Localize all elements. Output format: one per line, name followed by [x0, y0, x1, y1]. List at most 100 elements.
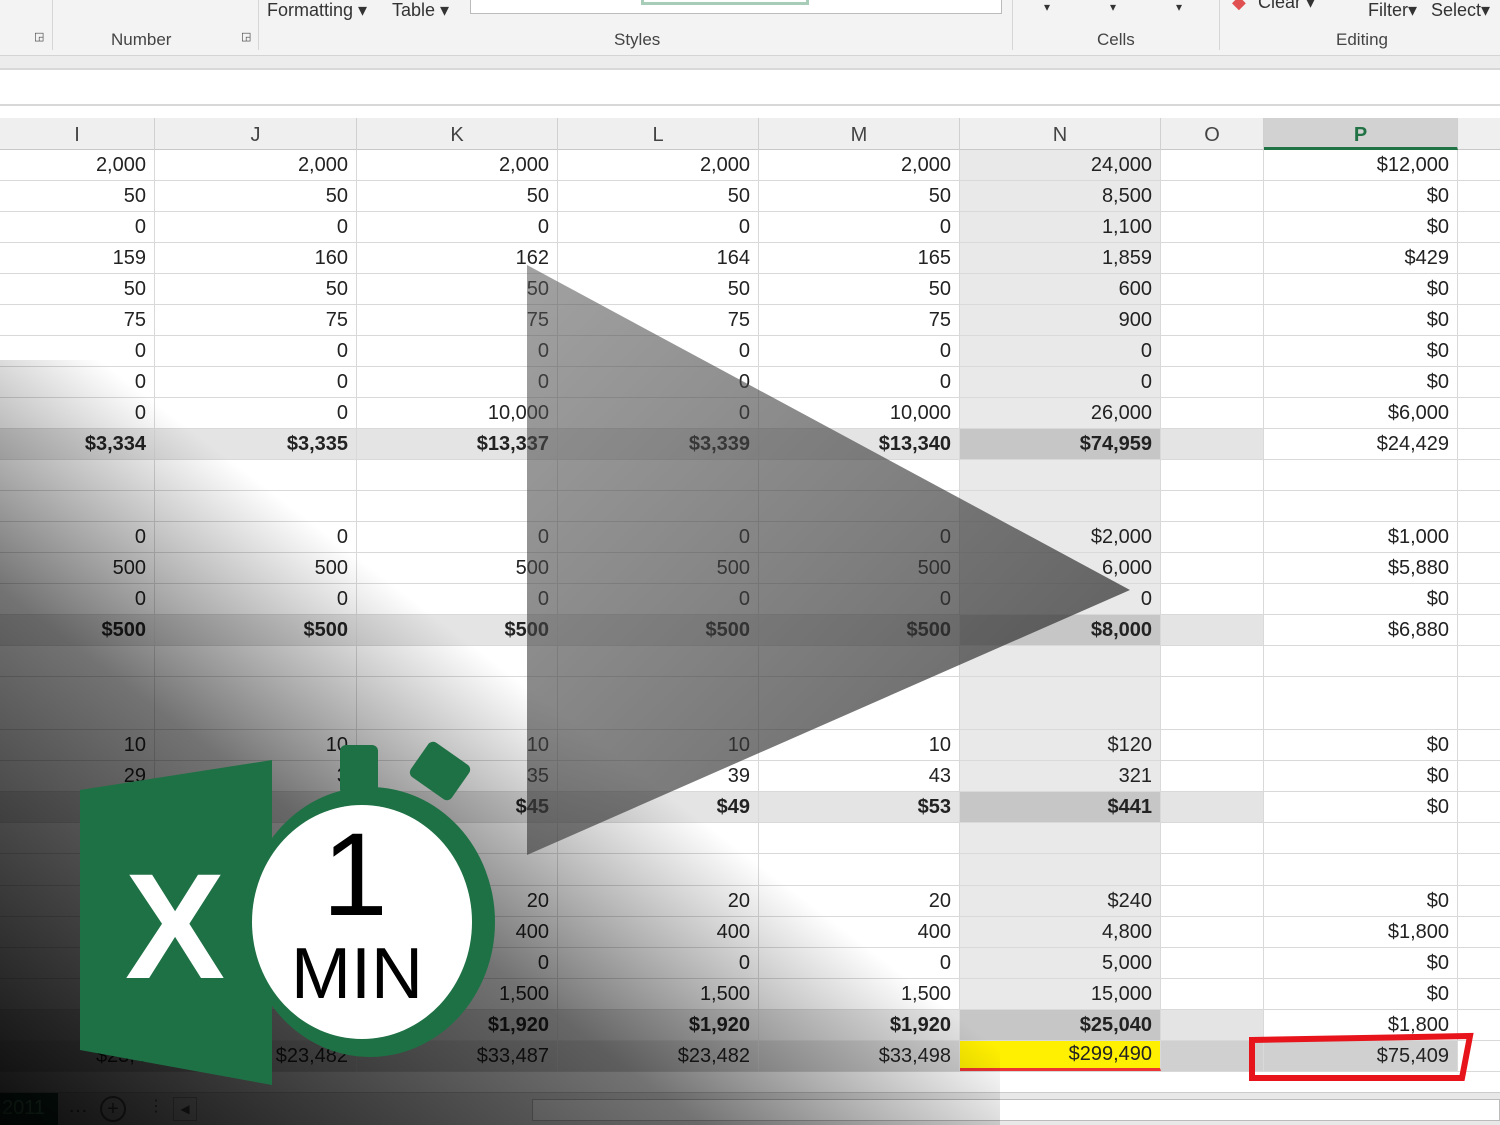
cell-j[interactable] — [155, 491, 357, 521]
cell-i[interactable]: $500 — [0, 615, 155, 645]
cell-k[interactable]: 20 — [357, 886, 558, 916]
cell-p[interactable]: $0 — [1264, 948, 1458, 978]
cell-p[interactable]: $0 — [1264, 792, 1458, 822]
cell-p[interactable]: $0 — [1264, 730, 1458, 760]
cell-i[interactable]: $3,334 — [0, 429, 155, 459]
cell-l[interactable]: 0 — [558, 948, 759, 978]
cell-j[interactable]: $23,482 — [155, 1041, 357, 1071]
cell-m[interactable]: $33,498 — [759, 1041, 960, 1071]
cell-o[interactable] — [1161, 730, 1264, 760]
dialog-launcher-icon[interactable]: ◲ — [34, 30, 44, 43]
column-header-i[interactable]: I — [0, 118, 155, 150]
cell-m[interactable]: 50 — [759, 181, 960, 211]
cell-n[interactable]: 0 — [960, 584, 1161, 614]
cell-j[interactable] — [155, 823, 357, 853]
cell-m[interactable]: 165 — [759, 243, 960, 273]
cell-i[interactable]: 50 — [0, 274, 155, 304]
cell-n[interactable]: $8,000 — [960, 615, 1161, 645]
conditional-formatting-button[interactable]: Formatting ▾ — [267, 0, 367, 21]
cell-o[interactable] — [1161, 336, 1264, 366]
cell-n[interactable] — [960, 854, 1161, 885]
cell-k[interactable] — [357, 677, 558, 729]
format-dropdown[interactable]: ▾ — [1176, 0, 1182, 14]
cell-p[interactable]: $0 — [1264, 305, 1458, 335]
cell-k[interactable]: 400 — [357, 917, 558, 947]
cell-l[interactable]: 1,500 — [558, 979, 759, 1009]
cell-p[interactable]: $5,880 — [1264, 553, 1458, 583]
cell-m[interactable]: $53 — [759, 792, 960, 822]
cell-m[interactable]: 75 — [759, 305, 960, 335]
cell-i[interactable] — [0, 823, 155, 853]
cell-l[interactable]: $3,339 — [558, 429, 759, 459]
cell-o[interactable] — [1161, 761, 1264, 791]
sheet-tab[interactable]: 2011 — [0, 1093, 58, 1125]
cell-k[interactable]: 75 — [357, 305, 558, 335]
add-sheet-button[interactable]: + — [100, 1096, 126, 1122]
cell-j[interactable]: 0 — [155, 336, 357, 366]
cell-p[interactable] — [1264, 646, 1458, 676]
cell-o[interactable] — [1161, 212, 1264, 242]
cell-k[interactable]: $13,337 — [357, 429, 558, 459]
clear-button[interactable]: Clear ▾ — [1258, 0, 1315, 13]
cell-j[interactable] — [155, 646, 357, 676]
cell-m[interactable]: 0 — [759, 336, 960, 366]
cell-i[interactable]: 2,000 — [0, 150, 155, 180]
cell-j[interactable]: 2,000 — [155, 150, 357, 180]
cell-n[interactable]: 321 — [960, 761, 1161, 791]
splitter-handle[interactable]: ⋮ — [148, 1096, 164, 1116]
column-header-p[interactable]: P — [1264, 118, 1458, 150]
cell-l[interactable]: 0 — [558, 522, 759, 552]
cell-j[interactable]: 160 — [155, 243, 357, 273]
cell-p[interactable]: $0 — [1264, 979, 1458, 1009]
cell-n[interactable]: 1,100 — [960, 212, 1161, 242]
cell-i[interactable]: 10 — [0, 730, 155, 760]
cell-j[interactable]: 75 — [155, 305, 357, 335]
cell-k[interactable]: 0 — [357, 367, 558, 397]
cell-n[interactable]: 0 — [960, 367, 1161, 397]
cell-j[interactable]: 3 — [155, 761, 357, 791]
cell-p[interactable]: $0 — [1264, 212, 1458, 242]
cell-m[interactable]: 0 — [759, 367, 960, 397]
cell-n[interactable] — [960, 491, 1161, 521]
cell-o[interactable] — [1161, 181, 1264, 211]
cell-n[interactable] — [960, 823, 1161, 853]
column-header-l[interactable]: L — [558, 118, 759, 150]
cell-p[interactable]: $1,800 — [1264, 917, 1458, 947]
cell-m[interactable]: 0 — [759, 948, 960, 978]
cell-k[interactable] — [357, 460, 558, 490]
cell-k[interactable]: 35 — [357, 761, 558, 791]
cell-i[interactable]: 0 — [0, 398, 155, 428]
cell-n[interactable] — [960, 646, 1161, 676]
cell-k[interactable]: 10,000 — [357, 398, 558, 428]
cell-k[interactable]: $500 — [357, 615, 558, 645]
cell-k[interactable] — [357, 823, 558, 853]
cell-k[interactable]: 0 — [357, 522, 558, 552]
cell-l[interactable]: $49 — [558, 792, 759, 822]
cell-m[interactable] — [759, 854, 960, 885]
cell-i[interactable]: 0 — [0, 522, 155, 552]
cell-o[interactable] — [1161, 150, 1264, 180]
formula-bar[interactable] — [0, 70, 1500, 106]
cell-l[interactable]: $1,920 — [558, 1010, 759, 1040]
cell-n[interactable] — [960, 460, 1161, 490]
cell-l[interactable] — [558, 677, 759, 729]
cell-k[interactable]: $1,920 — [357, 1010, 558, 1040]
cell-j[interactable]: 0 — [155, 212, 357, 242]
cell-p[interactable]: $24,429 — [1264, 429, 1458, 459]
cell-l[interactable]: 164 — [558, 243, 759, 273]
cell-m[interactable]: 0 — [759, 212, 960, 242]
horizontal-scrollbar[interactable] — [532, 1099, 1500, 1121]
column-header-o[interactable]: O — [1161, 118, 1264, 150]
cell-o[interactable] — [1161, 522, 1264, 552]
cell-i[interactable]: 0 — [0, 336, 155, 366]
cell-k[interactable]: 0 — [357, 948, 558, 978]
cell-o[interactable] — [1161, 305, 1264, 335]
cell-k[interactable]: 500 — [357, 553, 558, 583]
cell-j[interactable] — [155, 917, 357, 947]
cell-n[interactable]: 4,800 — [960, 917, 1161, 947]
cell-j[interactable] — [155, 460, 357, 490]
cell-p[interactable]: $6,000 — [1264, 398, 1458, 428]
cell-j[interactable]: 0 — [155, 398, 357, 428]
cell-j[interactable] — [155, 886, 357, 916]
cell-k[interactable] — [357, 646, 558, 676]
